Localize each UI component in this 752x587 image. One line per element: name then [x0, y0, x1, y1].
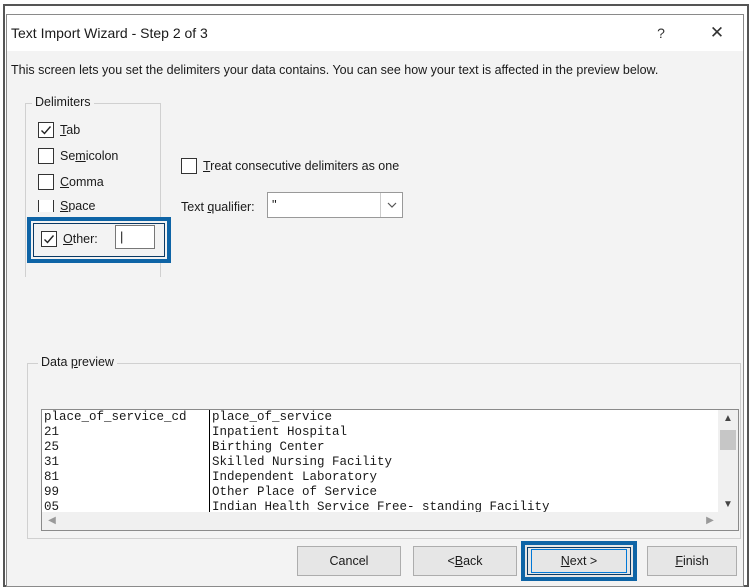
preview-cell-service: place_of_service: [212, 410, 333, 424]
tab-label: Tab: [60, 123, 81, 137]
preview-cell-service: Independent Laboratory: [212, 470, 378, 484]
back-button[interactable]: < Back: [413, 546, 517, 576]
other-label: Other:: [63, 232, 98, 246]
space-label: Space: [60, 200, 96, 212]
preview-cell-code: 21: [42, 425, 210, 440]
preview-cell-code: place_of_service_cd: [42, 410, 210, 425]
text-qualifier-select[interactable]: ": [267, 192, 403, 218]
preview-row: 21 Inpatient Hospital: [42, 425, 720, 440]
comma-label: Comma: [60, 175, 104, 189]
help-button[interactable]: ?: [647, 21, 675, 45]
next-button-focus-ring: Next >: [531, 549, 627, 573]
semicolon-label: Semicolon: [60, 149, 119, 163]
preview-cell-code: 81: [42, 470, 210, 485]
vertical-scrollbar[interactable]: ▲ ▼: [718, 410, 738, 514]
tab-delimiter-option[interactable]: Tab: [38, 120, 80, 140]
next-button[interactable]: Next >: [521, 541, 637, 581]
data-preview-group: Data preview place_of_service_cd place_of…: [27, 355, 741, 539]
comma-checkbox[interactable]: [38, 174, 54, 190]
title-bar: Text Import Wizard - Step 2 of 3 ? ✕: [7, 15, 743, 51]
other-delimiter-option[interactable]: Other:: [41, 229, 98, 249]
preview-cell-code: 99: [42, 485, 210, 500]
scroll-left-icon[interactable]: ◀: [44, 512, 60, 530]
text-qualifier-label: Text qualifier:: [181, 200, 255, 214]
preview-cell-service: Other Place of Service: [212, 485, 378, 499]
text-qualifier-value: ": [272, 197, 277, 212]
semicolon-checkbox[interactable]: [38, 148, 54, 164]
checkmark-icon: [44, 235, 55, 244]
preview-row: 81 Independent Laboratory: [42, 470, 720, 485]
preview-cell-service: Birthing Center: [212, 440, 325, 454]
data-preview-grid: place_of_service_cd place_of_service 21 Inp…: [42, 410, 720, 515]
scroll-up-icon[interactable]: ▲: [718, 410, 738, 428]
finish-button[interactable]: Finish: [647, 546, 737, 576]
preview-row: 99 Other Place of Service: [42, 485, 720, 500]
horizontal-scrollbar[interactable]: ◀ ▶: [42, 512, 738, 530]
other-checkbox[interactable]: [41, 231, 57, 247]
tab-checkbox[interactable]: [38, 122, 54, 138]
comma-delimiter-option[interactable]: Comma: [38, 172, 104, 192]
scroll-right-icon[interactable]: ▶: [702, 512, 718, 530]
preview-cell-code: 31: [42, 455, 210, 470]
preview-cell-code: 25: [42, 440, 210, 455]
checkmark-icon: [41, 126, 52, 135]
preview-cell-service: Inpatient Hospital: [212, 425, 348, 439]
preview-cell-service: Skilled Nursing Facility: [212, 455, 393, 469]
text-import-wizard-dialog: Text Import Wizard - Step 2 of 3 ? ✕ Thi…: [6, 14, 744, 587]
close-button[interactable]: ✕: [703, 21, 731, 45]
data-preview-box[interactable]: place_of_service_cd place_of_service 21 Inp…: [41, 409, 739, 531]
data-preview-title: Data preview: [38, 355, 117, 369]
other-delimiter-highlight: Other: |: [27, 217, 171, 263]
scroll-thumb[interactable]: [720, 430, 736, 450]
consecutive-checkbox[interactable]: [181, 158, 197, 174]
chevron-down-icon[interactable]: [380, 193, 402, 217]
preview-row: 25 Birthing Center: [42, 440, 720, 455]
consecutive-label: Treat consecutive delimiters as one: [203, 159, 400, 173]
consecutive-delimiters-option[interactable]: Treat consecutive delimiters as one: [181, 158, 399, 174]
cancel-button[interactable]: Cancel: [297, 546, 401, 576]
instructions-text: This screen lets you set the delimiters …: [11, 63, 659, 77]
other-delimiter-input[interactable]: |: [115, 225, 155, 249]
space-delimiter-option[interactable]: Space: [38, 200, 95, 212]
preview-row: place_of_service_cd place_of_service: [42, 410, 720, 425]
delimiters-group-title: Delimiters: [32, 95, 94, 109]
space-checkbox[interactable]: [38, 200, 54, 212]
preview-row: 31 Skilled Nursing Facility: [42, 455, 720, 470]
semicolon-delimiter-option[interactable]: Semicolon: [38, 146, 118, 166]
window-title: Text Import Wizard - Step 2 of 3: [11, 25, 208, 41]
